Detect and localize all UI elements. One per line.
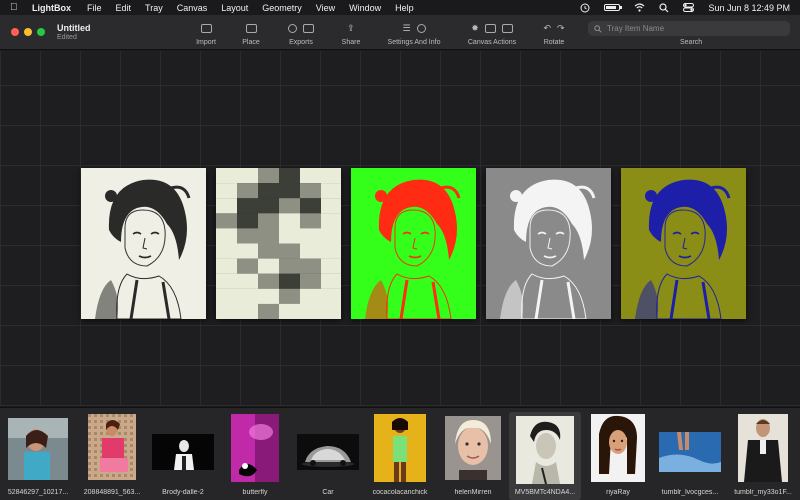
menu-window[interactable]: Window (349, 3, 381, 13)
import-label: Import (196, 39, 216, 46)
search-input[interactable] (607, 24, 777, 33)
spotlight-search-icon[interactable] (659, 2, 669, 13)
menu-app-name[interactable]: LightBox (32, 3, 71, 13)
tray-item-label: Brody-dalle-2 (162, 489, 204, 496)
import-button[interactable]: Import (191, 21, 221, 46)
tray-item-label: butterfly (242, 489, 268, 496)
tray-item-label: tumblr_my33o1F... (734, 489, 792, 496)
control-center-icon[interactable] (683, 3, 695, 12)
settings-label: Settings And Info (387, 39, 441, 46)
layers-icon (501, 23, 513, 33)
canvas-actions-button[interactable]: ✸ Canvas Actions (464, 21, 520, 46)
menu-file[interactable]: File (87, 3, 102, 13)
menu-bar:  LightBox File Edit Tray Canvas Layout … (0, 0, 800, 15)
menubar-clock[interactable]: Sun Jun 8 12:49 PM (708, 3, 790, 13)
sparkle-icon: ✸ (471, 22, 479, 33)
tray-thumbnail (8, 418, 68, 480)
document-title: Untitled (57, 23, 91, 33)
exports-button[interactable]: Exports (282, 21, 320, 46)
tray-item[interactable]: cocacolacanchick (364, 412, 436, 500)
tray-item[interactable]: tumblr_lvocgces... (654, 412, 726, 500)
print-icon (303, 23, 314, 33)
tray-search-field[interactable] (588, 21, 790, 36)
share-button[interactable]: ⇪ Share (337, 21, 365, 46)
rotate-right-icon: ↷ (557, 22, 565, 33)
tray-item-label: MV5BMTc4NDA4... (514, 489, 576, 496)
canvas-photo-3[interactable] (351, 168, 476, 319)
tray-item-label: cocacolacanchick (372, 489, 428, 496)
search-icon (594, 24, 602, 33)
tray-item[interactable]: butterfly (219, 412, 291, 500)
menu-tray[interactable]: Tray (145, 3, 163, 13)
share-label: Share (341, 39, 361, 46)
tray-item-label: Car (322, 489, 334, 496)
tray-thumbnail (659, 432, 721, 472)
tray-item-label: 208848891_563... (83, 489, 141, 496)
battery-icon[interactable] (604, 4, 623, 11)
tray-thumbnail (231, 414, 279, 482)
canvas-photo-5[interactable] (621, 168, 746, 319)
canvas-photo-4[interactable] (486, 168, 611, 319)
exports-label: Exports (289, 39, 313, 46)
tray-item[interactable]: 52846297_10217... (2, 412, 74, 500)
tray-item[interactable]: Car (292, 412, 364, 500)
apple-icon[interactable]:  (10, 2, 22, 13)
tray-item-label: 52846297_10217... (7, 489, 69, 496)
tray-item[interactable]: riyaRay (582, 412, 654, 500)
lightbox-canvas[interactable] (0, 51, 800, 406)
close-window-button[interactable] (11, 28, 19, 36)
tray-item[interactable]: tumblr_my33o1F... (727, 412, 799, 500)
share-icon: ⇪ (347, 22, 355, 33)
search-label: Search (680, 39, 703, 46)
canvas-photo-1[interactable] (81, 168, 206, 319)
tray-item[interactable]: helenMirren (437, 412, 509, 500)
export-icon (288, 23, 297, 33)
place-icon (245, 23, 257, 33)
image-tray[interactable]: 52846297_10217... 208848891_563... Brody… (0, 407, 800, 500)
tray-item[interactable]: 208848891_563... (76, 412, 148, 500)
tray-item[interactable]: Brody-dalle-2 (147, 412, 219, 500)
tray-thumbnail (297, 434, 359, 470)
rotate-label: Rotate (543, 39, 565, 46)
tray-item-label: helenMirren (454, 489, 492, 496)
tray-item-label: riyaRay (606, 489, 630, 496)
tray-thumbnail (516, 416, 574, 484)
place-label: Place (242, 39, 260, 46)
tray-thumbnail (591, 414, 645, 482)
menu-geometry[interactable]: Geometry (262, 3, 302, 13)
settings-list-icon: ☰ (402, 22, 411, 33)
import-icon (200, 23, 212, 33)
place-button[interactable]: Place (237, 21, 265, 46)
menu-canvas[interactable]: Canvas (177, 3, 208, 13)
info-icon (416, 23, 426, 33)
tray-thumbnail (738, 414, 788, 482)
rotate-button[interactable]: ↶ ↷ Rotate (538, 21, 570, 46)
menu-help[interactable]: Help (395, 3, 414, 13)
tray-item-label: tumblr_lvocgces... (661, 489, 719, 496)
menu-layout[interactable]: Layout (221, 3, 248, 13)
minimize-window-button[interactable] (24, 28, 32, 36)
rotate-left-icon: ↶ (543, 22, 551, 33)
menu-view[interactable]: View (316, 3, 335, 13)
window-toolbar: Untitled Edited Import Place Exports ⇪ S… (0, 15, 800, 50)
time-machine-icon[interactable] (580, 3, 590, 13)
settings-and-info-button[interactable]: ☰ Settings And Info (383, 21, 445, 46)
wifi-icon[interactable] (634, 3, 645, 12)
canvas-photo-2[interactable] (216, 168, 341, 319)
canvas-actions-label: Canvas Actions (467, 39, 517, 46)
tray-thumbnail (88, 414, 136, 480)
grid-icon (484, 23, 496, 33)
zoom-window-button[interactable] (37, 28, 45, 36)
menu-edit[interactable]: Edit (116, 3, 132, 13)
tray-item[interactable]: MV5BMTc4NDA4... (509, 412, 581, 500)
document-status: Edited (57, 34, 77, 41)
tray-thumbnail (152, 434, 214, 470)
tray-thumbnail (374, 414, 426, 482)
tray-thumbnail (445, 416, 501, 480)
